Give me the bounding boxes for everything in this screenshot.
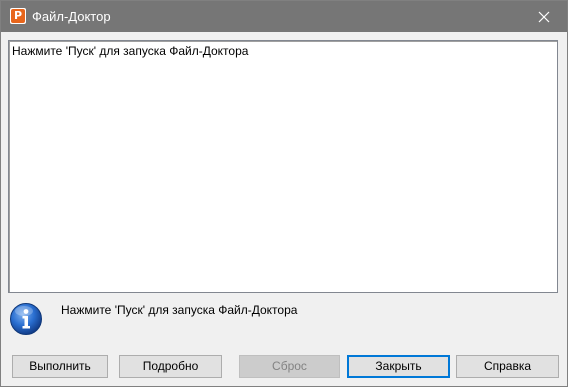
status-text: Нажмите 'Пуск' для запуска Файл-Доктора: [61, 303, 298, 317]
log-textarea[interactable]: Нажмите 'Пуск' для запуска Файл-Доктора: [8, 40, 558, 293]
app-icon[interactable]: P: [10, 8, 26, 24]
details-button[interactable]: Подробно: [119, 355, 222, 378]
close-window-button[interactable]: [521, 1, 567, 32]
app-icon-letter: P: [11, 9, 25, 23]
reset-button[interactable]: Сброс: [239, 355, 340, 378]
log-line: Нажмите 'Пуск' для запуска Файл-Доктора: [12, 44, 249, 58]
window-title: Файл-Доктор: [32, 9, 111, 24]
run-button[interactable]: Выполнить: [12, 355, 108, 378]
close-icon: [538, 11, 550, 22]
close-button[interactable]: Закрыть: [347, 355, 450, 378]
title-bar[interactable]: P Файл-Доктор: [1, 1, 567, 32]
status-row: Нажмите 'Пуск' для запуска Файл-Доктора: [9, 301, 559, 337]
info-icon: [10, 303, 42, 335]
help-button[interactable]: Справка: [456, 355, 559, 378]
file-doctor-window: P Файл-Доктор Нажмите 'Пуск' для запуска…: [0, 0, 568, 387]
